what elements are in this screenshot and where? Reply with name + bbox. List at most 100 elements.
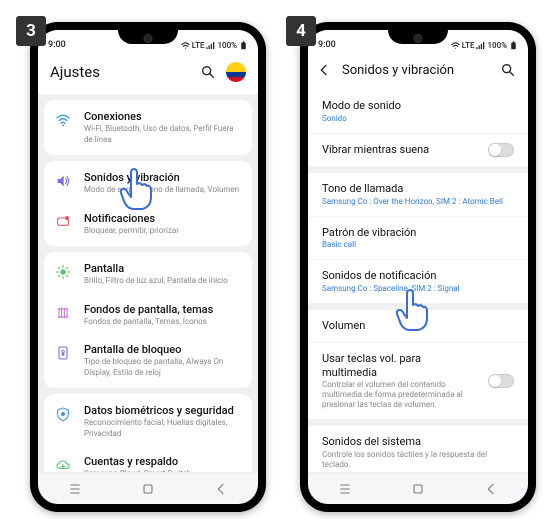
step-badge-4: 4 — [286, 16, 316, 46]
screen-4: 9:00 LTE 100% Sonidos y vibración Modo d… — [308, 30, 528, 504]
row-conexiones[interactable]: ConexionesWi-Fi, Bluetooth, Uso de datos… — [44, 102, 252, 153]
row-pantalla[interactable]: PantallaBrillo, Filtro de luz azul, Pant… — [44, 254, 252, 295]
row-title: Sonidos y vibración — [84, 171, 242, 184]
row-patron-vibracion[interactable]: Patrón de vibraciónBasic call — [308, 216, 528, 260]
row-biometricos[interactable]: Datos biométricos y seguridadReconocimie… — [44, 396, 252, 447]
row-title: Cuentas y respaldo — [84, 455, 242, 468]
row-sub: Basic call — [322, 240, 514, 250]
row-notificaciones[interactable]: NotificacionesBloquear, permitir, priori… — [44, 204, 252, 245]
row-title: Conexiones — [84, 110, 242, 123]
row-vibrar-suena[interactable]: Vibrar mientras suena — [308, 133, 528, 166]
wifi-icon — [451, 41, 460, 50]
home-icon[interactable] — [410, 481, 426, 497]
back-icon[interactable] — [483, 481, 499, 497]
recents-icon[interactable] — [67, 481, 83, 497]
row-sub: Reconocimiento facial, Huellas digitales… — [84, 418, 242, 439]
net-label: LTE — [462, 41, 475, 50]
row-title: Volumen — [322, 319, 514, 333]
row-sub: Bloquear, permitir, priorizar — [84, 226, 242, 236]
shield-icon — [55, 406, 71, 422]
back-icon[interactable] — [213, 481, 229, 497]
battery-icon — [509, 41, 518, 50]
toggle-vibrar[interactable] — [488, 143, 514, 157]
search-icon[interactable] — [500, 62, 516, 78]
row-sonidos-sistema[interactable]: Sonidos del sistemaControle los sonidos … — [308, 426, 528, 472]
page-title: Sonidos y vibración — [342, 63, 490, 78]
colombia-flag-icon[interactable] — [226, 62, 246, 82]
row-title: Sonidos de notificación — [322, 269, 514, 283]
batt-label: 100% — [217, 41, 237, 50]
lock-icon — [55, 345, 71, 361]
row-title: Pantalla — [84, 262, 242, 275]
sound-icon — [55, 173, 71, 189]
row-title: Notificaciones — [84, 212, 242, 225]
nav-bar — [308, 474, 528, 504]
row-title: Usar teclas vol. para multimedia — [322, 352, 478, 380]
net-label: LTE — [192, 41, 205, 50]
status-time: 9:00 — [48, 40, 66, 50]
row-sub: Samsung Cloud, Smart Switch — [84, 469, 242, 472]
sound-list[interactable]: Modo de sonidoSonido Vibrar mientras sue… — [308, 90, 528, 472]
row-sonidos[interactable]: Sonidos y vibraciónModo de sonido, Tono … — [44, 163, 252, 204]
row-sub: Samsung Co : Over the Horizon, SIM 2 : A… — [322, 197, 514, 207]
cloud-icon — [55, 457, 71, 472]
notch — [118, 30, 178, 44]
row-title: Pantalla de bloqueo — [84, 343, 242, 356]
back-icon[interactable] — [316, 62, 332, 78]
row-cuentas[interactable]: Cuentas y respaldoSamsung Cloud, Smart S… — [44, 447, 252, 472]
settings-header: Ajustes — [38, 52, 258, 94]
page-title: Ajustes — [50, 63, 100, 81]
settings-group: Datos biométricos y seguridadReconocimie… — [44, 394, 252, 472]
row-title: Sonidos del sistema — [322, 435, 514, 449]
settings-group: ConexionesWi-Fi, Bluetooth, Uso de datos… — [44, 100, 252, 155]
row-modo-sonido[interactable]: Modo de sonidoSonido — [308, 90, 528, 133]
row-sub: Controle los sonidos táctiles y la respu… — [322, 450, 514, 470]
row-title: Modo de sonido — [322, 99, 514, 113]
row-bloqueo[interactable]: Pantalla de bloqueoTipo de bloqueo de pa… — [44, 335, 252, 386]
row-sub: Sonido — [322, 114, 514, 124]
wallpaper-icon — [55, 305, 71, 321]
display-icon — [55, 264, 71, 280]
batt-label: 100% — [487, 41, 507, 50]
status-right: LTE 100% — [181, 41, 248, 50]
settings-list[interactable]: ConexionesWi-Fi, Bluetooth, Uso de datos… — [38, 94, 258, 472]
sound-header: Sonidos y vibración — [308, 52, 528, 90]
row-title: Patrón de vibración — [322, 226, 514, 240]
settings-group: Sonidos y vibraciónModo de sonido, Tono … — [44, 161, 252, 246]
row-fondos[interactable]: Fondos de pantalla, temasFondos de panta… — [44, 295, 252, 336]
row-sub: Controlar el volumen del contenido multi… — [322, 380, 478, 410]
status-right: LTE 100% — [451, 41, 518, 50]
row-sonidos-notificacion[interactable]: Sonidos de notificaciónSamsung Co : Spac… — [308, 259, 528, 303]
row-sub: Modo de sonido, Tono de llamada, Volumen — [84, 185, 242, 195]
battery-icon — [239, 41, 248, 50]
notification-icon — [55, 214, 71, 230]
search-icon[interactable] — [200, 64, 216, 80]
row-sub: Samsung Co : Spaceline, SIM 2 : Signal — [322, 284, 514, 294]
row-sub: Wi-Fi, Bluetooth, Uso de datos, Perfil F… — [84, 124, 242, 145]
recents-icon[interactable] — [337, 481, 353, 497]
row-title: Datos biométricos y seguridad — [84, 404, 242, 417]
row-volumen[interactable]: Volumen — [308, 310, 528, 342]
row-tono-llamada[interactable]: Tono de llamadaSamsung Co : Over the Hor… — [308, 173, 528, 216]
row-title: Fondos de pantalla, temas — [84, 303, 242, 316]
wifi-icon — [55, 112, 71, 128]
home-icon[interactable] — [140, 481, 156, 497]
row-sub: Brillo, Filtro de luz azul, Pantalla de … — [84, 276, 242, 286]
nav-bar — [38, 474, 258, 504]
row-title: Vibrar mientras suena — [322, 143, 478, 157]
row-sub: Tipo de bloqueo de pantalla, Always On D… — [84, 357, 242, 378]
notch — [388, 30, 448, 44]
signal-icon — [206, 41, 215, 50]
row-title: Tono de llamada — [322, 182, 514, 196]
settings-group: PantallaBrillo, Filtro de luz azul, Pant… — [44, 252, 252, 388]
status-time: 9:00 — [318, 40, 336, 50]
row-teclas-multimedia[interactable]: Usar teclas vol. para multimediaControla… — [308, 342, 528, 420]
wifi-icon — [181, 41, 190, 50]
toggle-media[interactable] — [488, 374, 514, 388]
phone-frame-3: 9:00 LTE 100% Ajustes ConexionesWi-Fi, B… — [30, 22, 266, 512]
screen-3: 9:00 LTE 100% Ajustes ConexionesWi-Fi, B… — [38, 30, 258, 504]
phone-frame-4: 9:00 LTE 100% Sonidos y vibración Modo d… — [300, 22, 536, 512]
signal-icon — [476, 41, 485, 50]
step-badge-3: 3 — [16, 16, 46, 46]
row-sub: Fondos de pantalla, Temas, Íconos — [84, 317, 242, 327]
